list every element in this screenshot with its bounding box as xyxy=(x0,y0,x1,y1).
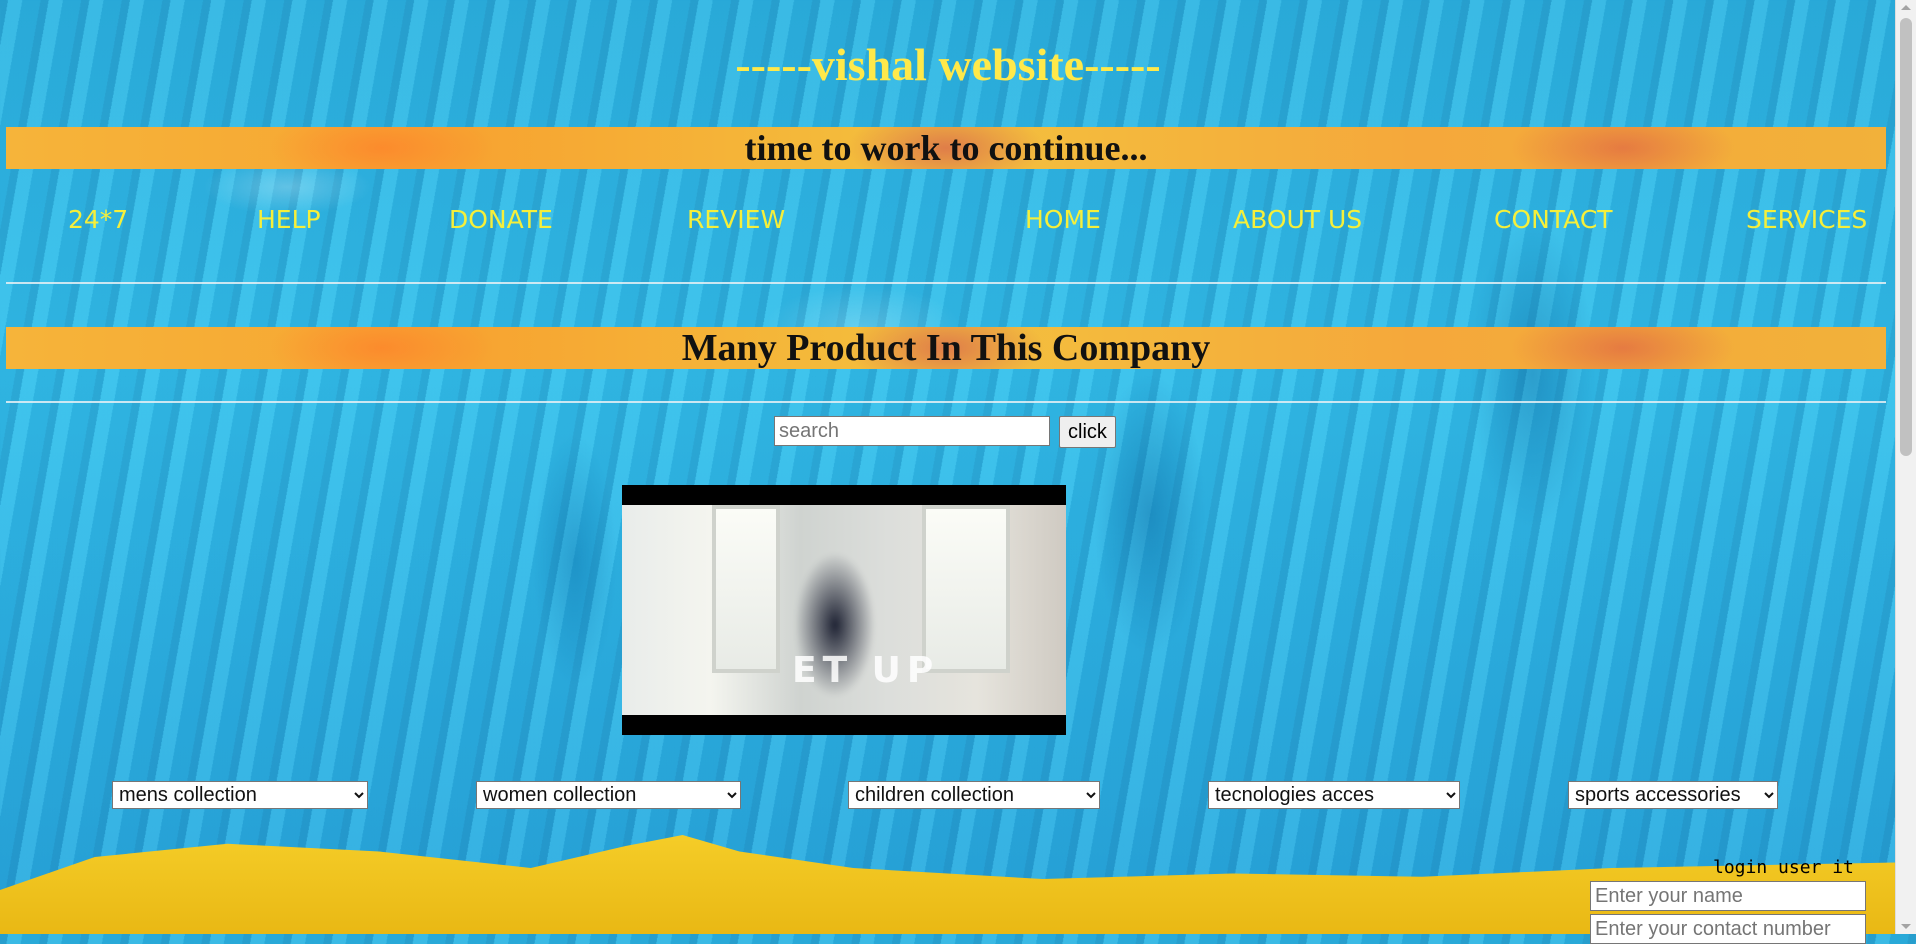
women-collection-select[interactable]: women collection xyxy=(476,781,741,809)
site-title: -----vishal website----- xyxy=(735,39,1161,90)
nav-link-home[interactable]: HOME xyxy=(1025,200,1101,240)
mens-collection-select[interactable]: mens collection xyxy=(112,781,368,809)
tagline-banner: time to work to continue... xyxy=(6,127,1886,169)
main-nav: 24*7 HELP DONATE REVIEW HOME ABOUT US CO… xyxy=(0,200,1896,240)
nav-link-24-7[interactable]: 24*7 xyxy=(68,200,128,240)
video-player[interactable]: ET UP xyxy=(622,485,1066,735)
nav-link-services[interactable]: SERVICES xyxy=(1746,200,1867,240)
nav-link-contact[interactable]: CONTACT xyxy=(1494,200,1613,240)
video-frame: ET UP xyxy=(622,505,1066,715)
sports-accessories-dropdown: sports accessories xyxy=(1568,781,1778,809)
scroll-thumb[interactable] xyxy=(1900,18,1912,456)
children-collection-select[interactable]: children collection xyxy=(848,781,1100,809)
name-input[interactable] xyxy=(1590,881,1866,911)
nav-link-about-us[interactable]: ABOUT US xyxy=(1233,200,1362,240)
login-title: login user it xyxy=(1713,857,1854,878)
women-collection-dropdown: women collection xyxy=(476,781,741,809)
scroll-up-arrow-icon[interactable] xyxy=(1901,5,1911,10)
nav-link-donate[interactable]: DONATE xyxy=(449,200,553,240)
search-button[interactable]: click xyxy=(1059,416,1116,448)
products-heading: Many Product In This Company xyxy=(6,327,1886,369)
nav-link-help[interactable]: HELP xyxy=(257,200,321,240)
divider xyxy=(6,282,1886,284)
technologies-select[interactable]: tecnologies acces xyxy=(1208,781,1460,809)
search-input[interactable] xyxy=(774,416,1050,446)
sports-accessories-select[interactable]: sports accessories xyxy=(1568,781,1778,809)
children-collection-dropdown: children collection xyxy=(848,781,1100,809)
contact-input[interactable] xyxy=(1590,914,1866,944)
mens-collection-dropdown: mens collection xyxy=(112,781,368,809)
page-scrollbar[interactable] xyxy=(1895,0,1916,934)
divider xyxy=(6,401,1886,403)
video-window xyxy=(922,505,1010,673)
video-overlay-text: ET UP xyxy=(792,650,940,691)
scroll-down-arrow-icon[interactable] xyxy=(1901,924,1911,929)
search-bar: click xyxy=(774,416,1116,448)
nav-link-review[interactable]: REVIEW xyxy=(687,200,785,240)
technologies-dropdown: tecnologies acces xyxy=(1208,781,1460,809)
